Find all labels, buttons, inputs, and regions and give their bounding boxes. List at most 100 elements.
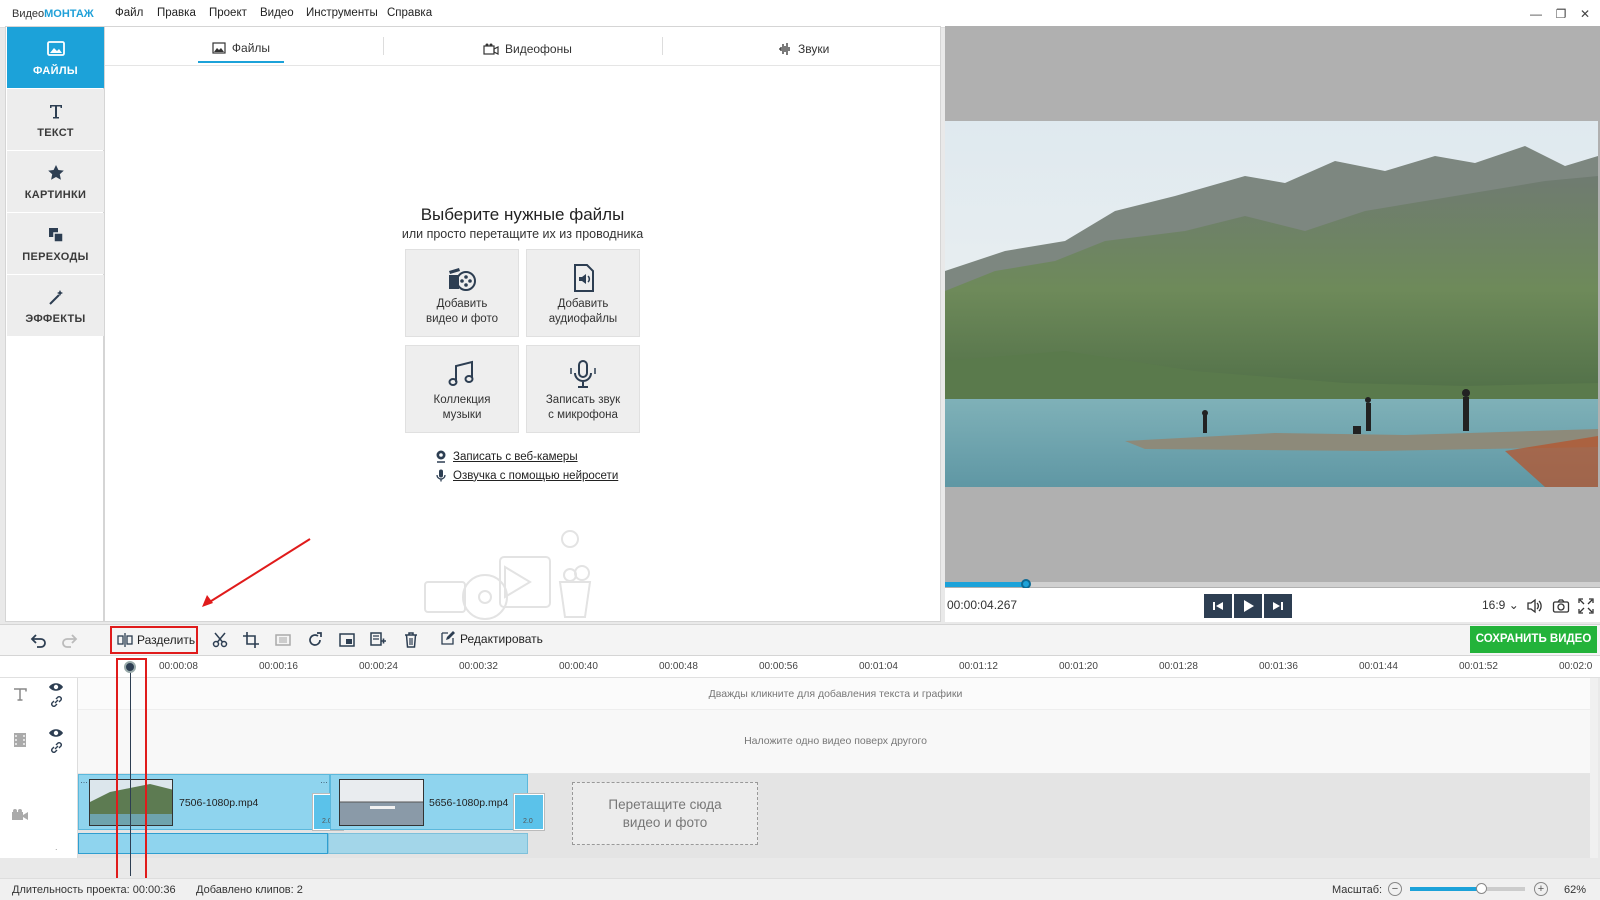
text-icon	[49, 105, 62, 119]
next-frame-button[interactable]	[1264, 594, 1292, 618]
camera-icon[interactable]	[1552, 598, 1570, 614]
text-track-hint: Дважды кликните для добавления текста и …	[708, 688, 963, 700]
ruler-tick: 00:01:52	[1459, 661, 1498, 672]
zoom-in-button[interactable]: +	[1534, 882, 1548, 896]
tile-label: Записать звук с микрофона	[545, 394, 621, 421]
preview-image	[945, 121, 1598, 487]
redo-icon[interactable]	[61, 631, 79, 649]
sidebar-item-text[interactable]: ТЕКСТ	[7, 89, 104, 150]
ruler-tick: 00:00:40	[559, 661, 598, 672]
menu-tools[interactable]: Инструменты	[306, 7, 378, 19]
skip-forward-icon	[1273, 602, 1283, 610]
track-dot: .	[55, 842, 58, 852]
track-headers: .	[0, 678, 78, 858]
chevron-down-icon: ⌄	[1508, 598, 1519, 612]
ruler-tick: 00:01:28	[1159, 661, 1198, 672]
clip-handle-right[interactable]: …	[320, 776, 328, 785]
rotate-icon[interactable]	[306, 631, 324, 649]
timeline-scrollbar[interactable]	[1590, 678, 1598, 858]
link-icon[interactable]	[50, 741, 63, 754]
clip-thumbnail-image	[340, 780, 423, 825]
record-microphone-button[interactable]: Записать звук с микрофона	[526, 345, 640, 433]
menu-file[interactable]: Файл	[115, 7, 143, 19]
audio-bar-clip-2[interactable]	[328, 833, 528, 854]
ruler-tick: 00:00:16	[259, 661, 298, 672]
ruler-tick: 00:01:04	[859, 661, 898, 672]
tab-label: Видеофоны	[505, 42, 572, 56]
transition-duration: 2.0	[523, 818, 533, 825]
crop-icon[interactable]	[242, 631, 260, 649]
drop-zone[interactable]: Перетащите сюда видео и фото	[572, 782, 758, 845]
add-marker-icon[interactable]	[369, 631, 387, 649]
clip-name: 5656-1080p.mp4	[429, 797, 509, 809]
overlay-track-icon	[14, 733, 26, 747]
playhead-line[interactable]	[130, 668, 131, 876]
freeze-frame-icon[interactable]	[274, 631, 292, 649]
tab-label: Звуки	[798, 42, 830, 56]
sidebar-item-files[interactable]: ФАЙЛЫ	[7, 27, 104, 88]
add-video-photo-button[interactable]: Добавить видео и фото	[405, 249, 519, 337]
close-button[interactable]: ✕	[1576, 5, 1594, 23]
edit-button[interactable]: Редактировать	[440, 631, 543, 646]
skip-back-icon	[1213, 602, 1223, 610]
split-label: Разделить	[137, 633, 196, 647]
volume-icon[interactable]	[1526, 598, 1544, 614]
ruler-tick: 00:00:48	[659, 661, 698, 672]
menu-edit[interactable]: Правка	[157, 7, 196, 19]
tab-divider	[662, 37, 663, 55]
fullscreen-icon[interactable]	[1578, 598, 1594, 614]
ai-voiceover-link[interactable]: Озвучка с помощью нейросети	[453, 470, 618, 482]
image-icon	[212, 42, 226, 54]
trash-icon[interactable]	[402, 631, 420, 649]
minimize-button[interactable]: —	[1527, 5, 1545, 23]
previous-frame-button[interactable]	[1204, 594, 1232, 618]
scissors-icon[interactable]	[211, 631, 229, 649]
split-button[interactable]: Разделить	[110, 626, 198, 654]
zoom-slider-knob[interactable]	[1476, 883, 1487, 894]
ruler-tick: 00:00:56	[759, 661, 798, 672]
pip-icon[interactable]	[338, 631, 356, 649]
clip-handle-left[interactable]: …	[80, 776, 88, 785]
webcam-icon	[436, 450, 446, 463]
webcam-link-row: Записать с веб-камеры	[435, 450, 578, 463]
video-track-icon	[12, 809, 28, 820]
video-preview[interactable]	[945, 121, 1598, 487]
ruler-tick: 00:00:24	[359, 661, 398, 672]
record-webcam-link[interactable]: Записать с веб-камеры	[453, 451, 578, 463]
tab-video-backgrounds[interactable]: Видеофоны	[483, 35, 572, 63]
undo-icon[interactable]	[29, 631, 47, 649]
timecode: 00:00:04.267	[947, 598, 1018, 612]
playback-progress-track[interactable]	[945, 582, 1600, 587]
aspect-ratio-dropdown[interactable]: 16:9 ⌄	[1482, 598, 1519, 612]
menu-video[interactable]: Видео	[260, 7, 294, 19]
edit-label: Редактировать	[460, 631, 543, 646]
play-button[interactable]	[1234, 594, 1262, 618]
menu-help[interactable]: Справка	[387, 7, 432, 19]
playback-progress-fill	[945, 582, 1026, 587]
eye-icon[interactable]	[48, 727, 64, 739]
sidebar-item-pictures[interactable]: КАРТИНКИ	[7, 151, 104, 212]
sidebar-item-transitions[interactable]: ПЕРЕХОДЫ	[7, 213, 104, 274]
tab-sounds[interactable]: Звуки	[778, 35, 829, 63]
menu-project[interactable]: Проект	[209, 7, 247, 19]
sidebar-item-effects[interactable]: ЭФФЕКТЫ	[7, 275, 104, 336]
restore-button[interactable]: ❐	[1552, 5, 1570, 23]
music-collection-button[interactable]: Коллекция музыки	[405, 345, 519, 433]
transitions-icon	[48, 228, 64, 243]
eye-icon[interactable]	[48, 681, 64, 693]
magic-wand-icon	[48, 290, 63, 305]
film-reel-icon	[449, 268, 476, 291]
decorative-illustration	[424, 530, 592, 620]
waveform-icon	[779, 43, 790, 55]
audio-file-icon	[574, 264, 594, 292]
zoom-out-button[interactable]: −	[1388, 882, 1402, 896]
microphone-icon	[436, 469, 446, 482]
tab-files[interactable]: Файлы	[198, 35, 284, 63]
zoom-slider-fill	[1410, 887, 1481, 891]
playhead-handle[interactable]	[124, 661, 136, 673]
zoom-value: 62%	[1564, 884, 1587, 896]
save-video-button[interactable]: СОХРАНИТЬ ВИДЕО	[1470, 626, 1597, 653]
add-audio-button[interactable]: Добавить аудиофайлы	[526, 249, 640, 337]
link-icon[interactable]	[50, 695, 63, 708]
ruler-tick: 00:01:44	[1359, 661, 1398, 672]
